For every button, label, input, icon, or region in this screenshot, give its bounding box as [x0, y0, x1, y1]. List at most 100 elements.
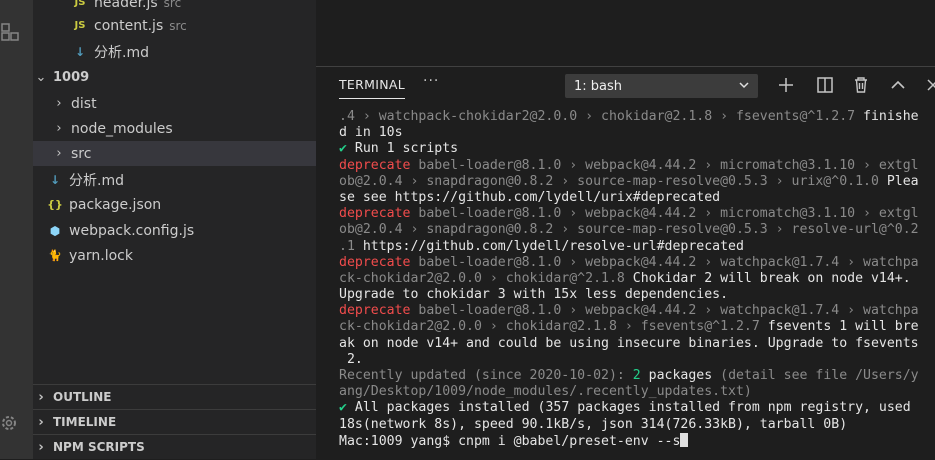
- file-name: 分析.md: [94, 44, 149, 61]
- terminal-line: deprecate babel-loader@8.1.0 › webpack@4…: [339, 158, 935, 174]
- terminal-text: .4 › watchpack-chokidar2@2.0.0 › chokida…: [339, 109, 864, 124]
- chevron-right-icon: ›: [38, 389, 44, 405]
- terminal-text: https://github.com/lydell/resolve-url#de…: [362, 238, 744, 254]
- section-npm-scripts[interactable]: › NPM SCRIPTS: [33, 434, 316, 459]
- terminal-line: ang/Desktop/1009/node_modules/.recently_…: [339, 384, 935, 400]
- terminal-line: deprecate babel-loader@8.1.0 › webpack@4…: [339, 255, 935, 271]
- folder-name: node_modules: [71, 120, 173, 137]
- terminal-text: Chokidar 2 will break on node v14+.: [632, 270, 911, 286]
- section-title: OUTLINE: [53, 390, 112, 404]
- trash-icon[interactable]: [849, 73, 873, 97]
- terminal-text: d in 10s: [339, 125, 403, 141]
- terminal-line: Recently updated (since 2020-10-02): 2 p…: [339, 368, 935, 384]
- terminal-text: ✔: [339, 141, 355, 157]
- file-item-webpack-config[interactable]: ⬢ webpack.config.js: [33, 218, 316, 243]
- terminal-line: se see https://github.com/lydell/urix#de…: [339, 190, 935, 206]
- explorer-sidebar: JS header.js src JS content.js src ↓ 分析.…: [33, 0, 316, 459]
- terminal-line: deprecate babel-loader@8.1.0 › webpack@4…: [339, 206, 935, 222]
- tab-terminal[interactable]: TERMINAL: [339, 77, 405, 99]
- terminal-text: se see https://github.com/lydell/urix#de…: [339, 189, 721, 205]
- terminal-line: ck-chokidar2@2.0.0 › chokidar@2.1.8 › fs…: [339, 319, 935, 335]
- terminal-text: 18s(network 8s), speed 90.1kB/s, json 31…: [339, 416, 848, 432]
- file-item-analysis-md[interactable]: ↓ 分析.md: [33, 39, 316, 64]
- terminal-text: ak on node v14+ and could be using insec…: [339, 335, 919, 351]
- terminal-panel: TERMINAL ··· 1: bash .4 › watchpack-chok…: [316, 66, 935, 459]
- terminal-text: ob@2.0.4 › snapdragon@0.8.2 › source-map…: [339, 173, 887, 189]
- terminal-text: finishe: [863, 109, 919, 124]
- terminal-cursor: [680, 432, 689, 447]
- file-item-package-json[interactable]: {} package.json: [33, 192, 316, 217]
- terminal-line: ob@2.0.4 › snapdragon@0.8.2 › source-map…: [339, 174, 935, 190]
- section-timeline[interactable]: › TIMELINE: [33, 409, 316, 434]
- chevron-right-icon: ›: [38, 439, 44, 455]
- terminal-text: ck-chokidar2@2.0.0 › chokidar@^2.1.8: [339, 270, 633, 286]
- terminal-line: .4 › watchpack-chokidar2@2.0.0 › chokida…: [339, 109, 935, 125]
- file-name: package.json: [69, 196, 162, 213]
- terminal-text: ob@2.0.4 › snapdragon@0.8.2 › source-map…: [339, 222, 919, 238]
- section-title: NPM SCRIPTS: [53, 440, 145, 454]
- file-item-yarn-lock[interactable]: 🐈 yarn.lock: [33, 243, 316, 268]
- terminal-text: babel-loader@8.1.0 › webpack@4.44.2 › mi…: [418, 206, 919, 222]
- folder-name: 1009: [53, 70, 90, 85]
- terminal-line: ✔ Run 1 scripts: [339, 141, 935, 157]
- file-description: src: [169, 18, 187, 33]
- terminal-text: babel-loader@8.1.0 › webpack@4.44.2 › wa…: [418, 303, 919, 319]
- terminal-text: All packages installed (357 packages ins…: [354, 400, 911, 416]
- file-name: content.js: [94, 17, 164, 34]
- file-item-content-js[interactable]: JS content.js src: [33, 13, 316, 38]
- terminal-line: Mac:1009 yang$ cnpm i @babel/preset-env …: [339, 432, 935, 449]
- terminal-output[interactable]: .4 › watchpack-chokidar2@2.0.0 › chokida…: [339, 109, 935, 460]
- terminal-text: fsevents 1 will bre: [767, 319, 919, 335]
- markdown-file-icon: ↓: [49, 172, 61, 187]
- terminal-text: 2: [632, 368, 649, 383]
- terminal-text: babel-loader@8.1.0 › webpack@4.44.2 › mi…: [418, 157, 919, 173]
- terminal-select-value: 1: bash: [574, 78, 623, 94]
- terminal-text: babel-loader@8.1.0 › webpack@4.44.2 › wa…: [418, 254, 919, 270]
- folder-item-src[interactable]: › src: [33, 141, 316, 166]
- js-file-icon: JS: [74, 20, 86, 31]
- gear-icon[interactable]: [0, 412, 20, 434]
- terminal-line: .1 https://github.com/lydell/resolve-url…: [339, 239, 935, 255]
- section-title: TIMELINE: [53, 415, 117, 429]
- markdown-file-icon: ↓: [74, 44, 86, 59]
- file-item-analysis-md-root[interactable]: ↓ 分析.md: [33, 167, 316, 192]
- chevron-down-icon: [738, 79, 750, 95]
- terminal-text: Upgrade to chokidar 3 with 15x less depe…: [339, 287, 729, 303]
- terminal-text: Plea: [886, 173, 919, 189]
- file-description: src: [163, 0, 182, 10]
- terminal-text: packages: [648, 368, 721, 383]
- terminal-line: ak on node v14+ and could be using insec…: [339, 336, 935, 352]
- folder-item-node-modules[interactable]: › node_modules: [33, 116, 316, 141]
- close-panel-icon[interactable]: [921, 73, 935, 97]
- terminal-text: Recently updated (since 2020-10-02):: [339, 368, 633, 383]
- terminal-text: ang/Desktop/1009/node_modules/.recently_…: [339, 384, 752, 400]
- more-actions-icon[interactable]: ···: [423, 73, 439, 89]
- chevron-right-icon: ›: [56, 96, 62, 111]
- terminal-line: d in 10s: [339, 125, 935, 141]
- terminal-text: ck-chokidar2@2.0.0 › chokidar@2.1.8 › fs…: [339, 319, 768, 335]
- terminal-line: 18s(network 8s), speed 90.1kB/s, json 31…: [339, 417, 935, 433]
- file-name: header.js: [94, 0, 158, 11]
- section-outline[interactable]: › OUTLINE: [33, 384, 316, 409]
- terminal-text: .1: [339, 238, 363, 254]
- terminal-text: 2.: [339, 351, 363, 367]
- terminal-line: ob@2.0.4 › snapdragon@0.8.2 › source-map…: [339, 222, 935, 238]
- terminal-select[interactable]: 1: bash: [565, 74, 758, 98]
- yarn-file-icon: 🐈: [48, 249, 62, 262]
- js-file-icon: JS: [74, 0, 86, 8]
- chevron-right-icon: ›: [56, 146, 62, 161]
- new-terminal-icon[interactable]: [774, 73, 798, 97]
- folder-1009[interactable]: ⌄ 1009: [33, 65, 316, 90]
- terminal-text: Mac:1009 yang$ cnpm i @babel/preset-env …: [339, 433, 681, 449]
- file-name: yarn.lock: [69, 247, 133, 264]
- editor-area: [316, 0, 935, 66]
- file-name: 分析.md: [69, 172, 124, 189]
- activity-bar: [0, 0, 33, 459]
- split-terminal-icon[interactable]: [813, 73, 837, 97]
- folder-item-dist[interactable]: › dist: [33, 91, 316, 116]
- webpack-file-icon: ⬢: [49, 223, 61, 238]
- extensions-icon[interactable]: [0, 22, 20, 44]
- folder-name: src: [71, 145, 92, 162]
- maximize-panel-icon[interactable]: [886, 73, 910, 97]
- chevron-right-icon: ›: [56, 121, 62, 136]
